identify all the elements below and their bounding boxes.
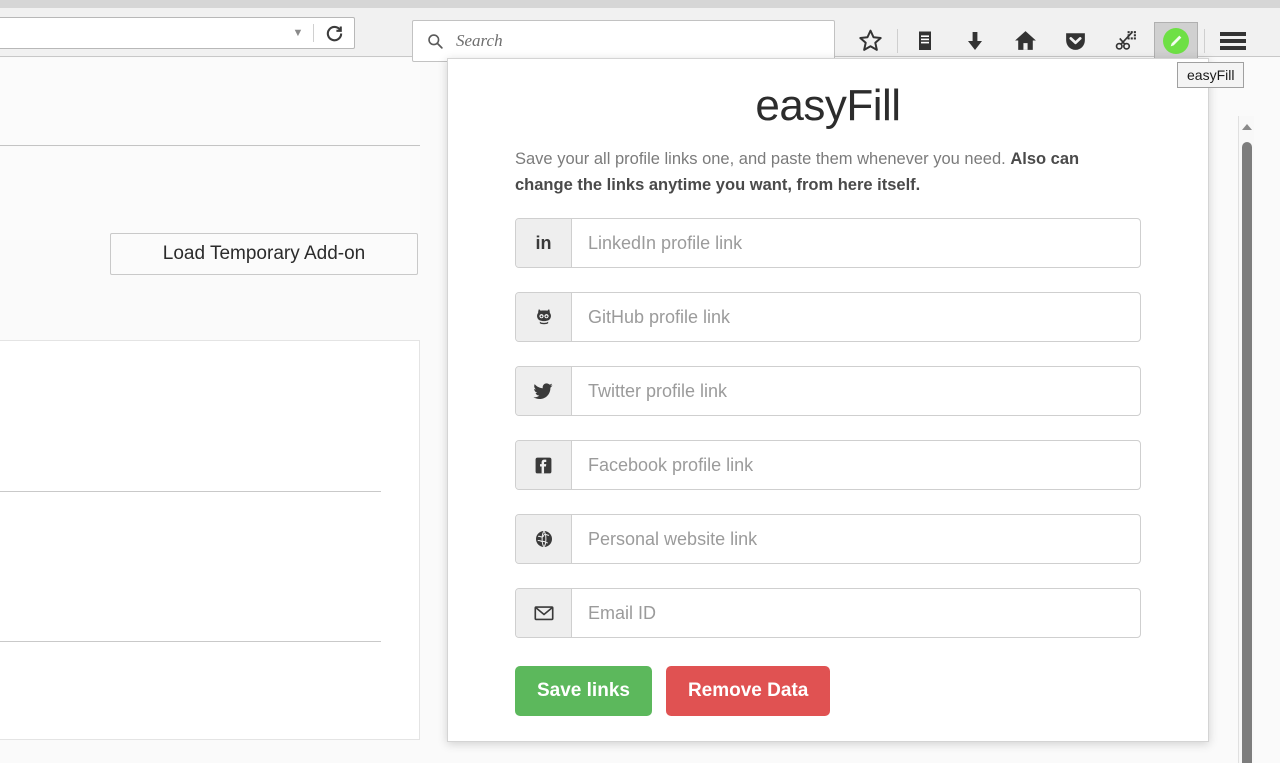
globe-icon	[516, 515, 572, 564]
url-bar[interactable]: ▼	[0, 17, 355, 49]
page-scrollbar[interactable]	[1238, 116, 1254, 763]
popup-action-buttons: Save links Remove Data	[515, 662, 1141, 717]
extension-tooltip: easyFill	[1177, 62, 1245, 88]
toolbar-divider	[897, 28, 898, 53]
github-icon	[516, 293, 572, 342]
pocket-icon[interactable]	[1050, 19, 1100, 63]
easyfill-popup-panel: easyFill Save your all profile links one…	[447, 58, 1209, 742]
twitter-icon	[516, 367, 572, 416]
list-divider	[0, 641, 381, 642]
bookmark-star-icon[interactable]	[845, 19, 895, 63]
reload-icon[interactable]	[314, 18, 354, 48]
facebook-field-row[interactable]	[515, 440, 1141, 491]
easyfill-extension-icon	[1163, 27, 1189, 54]
twitter-input[interactable]	[572, 367, 1140, 416]
github-field-row[interactable]	[515, 292, 1141, 343]
search-placeholder-text: Search	[456, 31, 503, 50]
search-bar[interactable]: Search	[412, 20, 835, 62]
envelope-icon	[516, 589, 572, 638]
debugging-addon-list-card	[0, 340, 420, 740]
easyfill-extension-button[interactable]	[1154, 21, 1198, 73]
description-normal-text: Save your all profile links one, and pas…	[515, 150, 1011, 168]
save-links-button[interactable]: Save links	[515, 666, 652, 717]
window-titlebar	[0, 0, 1280, 8]
screenshot-scissors-icon[interactable]	[1100, 19, 1150, 63]
debugging-section-top	[0, 58, 420, 146]
chevron-down-icon[interactable]: ▼	[283, 18, 313, 48]
search-icon	[427, 33, 444, 50]
toolbar-divider	[1204, 28, 1205, 53]
facebook-input[interactable]	[572, 441, 1140, 490]
remove-data-button[interactable]: Remove Data	[665, 666, 831, 717]
page-title: easyFill	[755, 81, 901, 130]
hamburger-line	[1220, 38, 1246, 43]
facebook-icon	[516, 441, 572, 490]
twitter-field-row[interactable]	[515, 366, 1141, 417]
website-field-row[interactable]	[515, 514, 1141, 565]
debugging-section-row	[0, 147, 420, 240]
library-icon[interactable]	[900, 19, 950, 63]
load-temporary-addon-button[interactable]: Load Temporary Add-on	[110, 233, 418, 275]
list-divider	[0, 491, 381, 492]
scrollbar-thumb[interactable]	[1242, 142, 1252, 763]
hamburger-line	[1220, 31, 1246, 36]
hamburger-line	[1220, 45, 1246, 50]
website-input[interactable]	[572, 515, 1140, 564]
popup-description: Save your all profile links one, and pas…	[515, 147, 1141, 198]
email-field-row[interactable]	[515, 588, 1141, 639]
download-arrow-icon[interactable]	[950, 19, 1000, 63]
open-menu-button[interactable]	[1207, 19, 1259, 63]
linkedin-field-row[interactable]: in	[515, 218, 1141, 269]
scroll-up-arrow-icon[interactable]	[1241, 124, 1252, 130]
linkedin-input[interactable]	[572, 219, 1140, 268]
browser-toolbar: ▼ Search	[0, 8, 1280, 73]
email-input[interactable]	[572, 589, 1140, 638]
github-input[interactable]	[572, 293, 1140, 342]
linkedin-icon: in	[516, 219, 572, 268]
home-icon[interactable]	[1000, 19, 1050, 63]
